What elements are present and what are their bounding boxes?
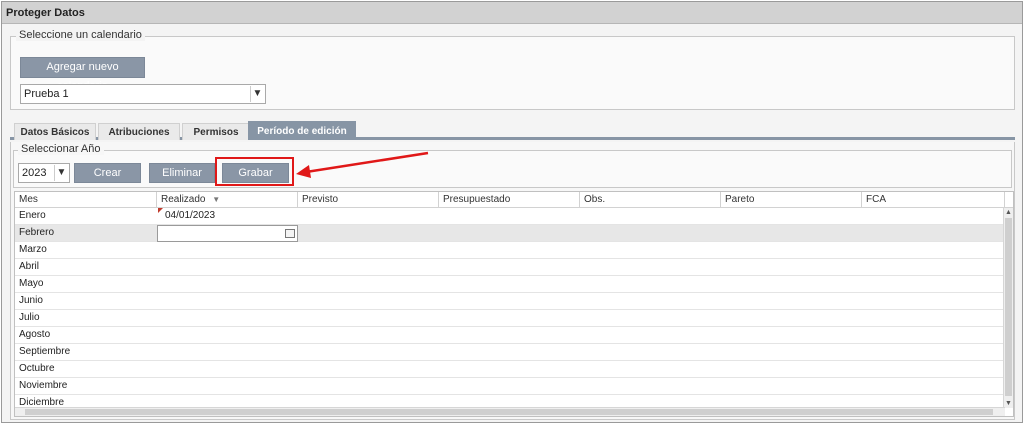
table-row[interactable]: Mayo [15,276,1005,293]
scroll-thumb[interactable] [25,409,993,415]
year-select[interactable]: 2023 ▼ [18,163,70,183]
cell-mes: Julio [19,312,40,323]
year-legend: Seleccionar Año [18,143,104,155]
cell-mes: Mayo [19,278,44,289]
cell-mes: Octubre [19,363,55,374]
calendar-select[interactable]: Prueba 1 ▼ [20,84,266,104]
table-row[interactable]: Enero 04/01/2023 [15,208,1005,225]
table-row[interactable]: Octubre [15,361,1005,378]
tab-permisos[interactable]: Permisos [182,123,250,140]
table-row[interactable]: Febrero [15,225,1005,242]
col-header-pareto[interactable]: Pareto [721,192,862,208]
col-header-fca[interactable]: FCA [862,192,1005,208]
date-input[interactable] [157,225,298,242]
cell-mes: Marzo [19,244,47,255]
protect-data-window: Proteger Datos Seleccione un calendario … [1,1,1023,423]
sort-down-icon[interactable]: ▼ [212,195,220,204]
year-select-value: 2023 [22,167,47,179]
cell-mes: Abril [19,261,40,272]
table-row[interactable]: Marzo [15,242,1005,259]
period-grid: Mes Realizado ▼ Previsto Presupuestado O… [14,191,1014,417]
table-row[interactable]: Julio [15,310,1005,327]
col-header-previsto[interactable]: Previsto [298,192,439,208]
window-title: Proteger Datos [2,2,1022,24]
table-row[interactable]: Abril [15,259,1005,276]
horizontal-scrollbar[interactable] [15,407,1005,416]
vertical-scrollbar[interactable]: ▲ ▼ [1003,208,1013,408]
cell-mes: Febrero [19,227,55,238]
edit-period-panel: Seleccionar Año 2023 ▼ Crear Eliminar Gr… [10,142,1015,420]
scroll-down-icon[interactable]: ▼ [1004,399,1013,408]
cell-realizado[interactable]: 04/01/2023 [161,208,215,224]
tab-bar: Datos Básicos Atribuciones Permisos Perí… [10,120,1015,140]
cell-mes: Enero [19,210,46,221]
highlight-box [215,157,294,186]
add-calendar-button[interactable]: Agregar nuevo calendario [20,57,145,92]
calendar-select-value: Prueba 1 [24,88,69,100]
cell-mes: Agosto [19,329,51,340]
cell-mes: Septiembre [19,346,71,357]
scroll-thumb[interactable] [1005,218,1012,396]
tab-atribuciones[interactable]: Atribuciones [98,123,180,140]
year-fieldset: Seleccionar Año 2023 ▼ Crear Eliminar Gr… [13,143,1012,188]
chevron-down-icon[interactable]: ▼ [250,86,264,102]
table-row[interactable]: Agosto [15,327,1005,344]
chevron-down-icon[interactable]: ▼ [54,165,68,181]
col-header-mes[interactable]: Mes [15,192,157,208]
col-header-realizado-label: Realizado [161,194,206,205]
delete-year-button[interactable]: Eliminar [149,163,215,183]
calendar-fieldset: Seleccione un calendario Agregar nuevo c… [10,29,1015,110]
table-row[interactable]: Septiembre [15,344,1005,361]
col-header-presupuestado[interactable]: Presupuestado [439,192,580,208]
scroll-up-icon[interactable]: ▲ [1004,208,1013,217]
grid-header: Mes Realizado ▼ Previsto Presupuestado O… [15,192,1013,208]
calendar-picker-icon[interactable] [285,229,295,238]
calendar-legend: Seleccione un calendario [16,29,145,41]
table-row[interactable]: Noviembre [15,378,1005,395]
table-row[interactable]: Junio [15,293,1005,310]
tab-periodo-edicion[interactable]: Período de edición [248,121,356,140]
col-header-realizado[interactable]: Realizado ▼ [157,192,298,208]
cell-mes: Junio [19,295,43,306]
tab-datos-basicos[interactable]: Datos Básicos [14,123,96,140]
cell-mes: Noviembre [19,380,68,391]
create-year-button[interactable]: Crear [74,163,141,183]
col-header-obs[interactable]: Obs. [580,192,721,208]
arrow-icon [296,151,429,178]
